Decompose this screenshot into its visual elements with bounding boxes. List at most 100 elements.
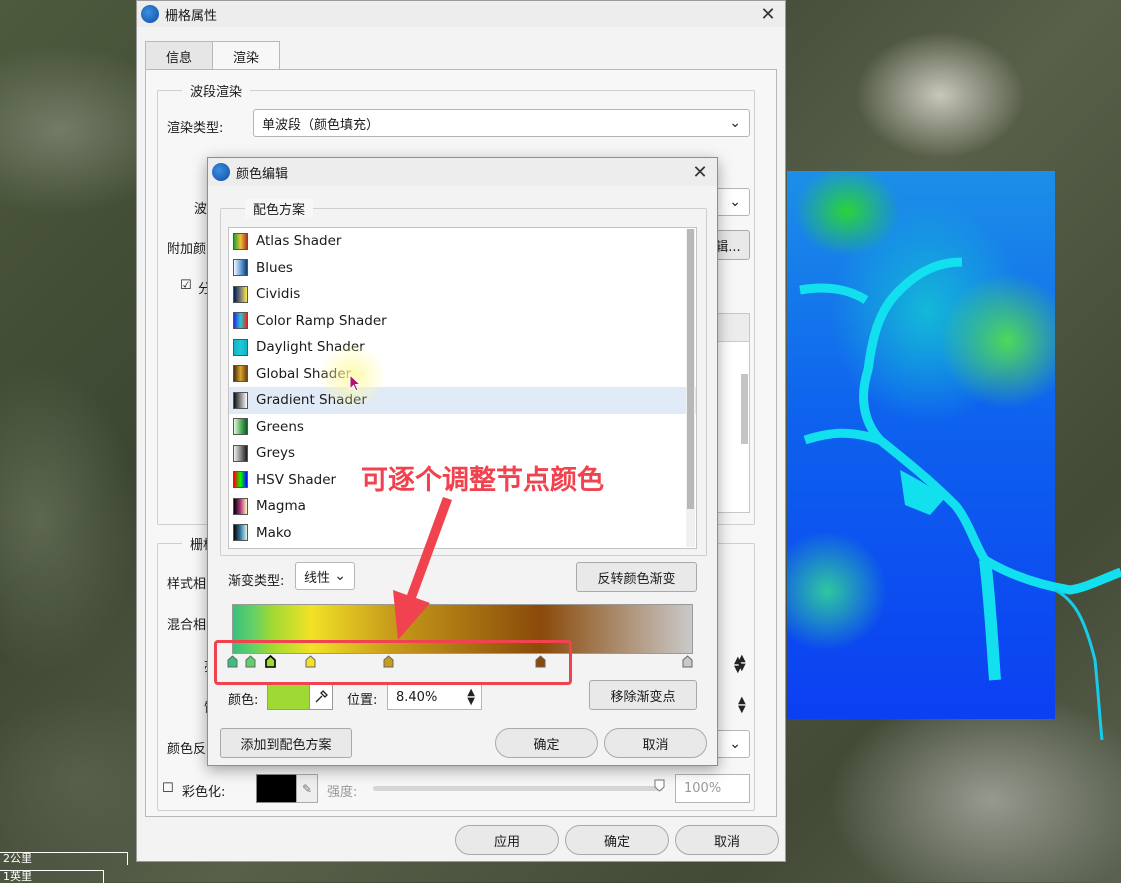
scheme-name: Greens	[256, 418, 304, 435]
apply-button-label: 应用	[493, 834, 520, 850]
scheme-swatch-icon	[233, 497, 248, 515]
scheme-swatch-icon	[233, 418, 248, 436]
edit-color-button-label: 辑...	[715, 239, 741, 255]
scheme-swatch-icon	[233, 444, 248, 462]
add-to-scheme-button-label: 添加到配色方案	[240, 737, 332, 753]
stops-spinner-icon[interactable]: ▲ ▼	[734, 656, 742, 675]
colorize-checkbox-icon[interactable]: ☐	[162, 781, 174, 796]
chevron-down-icon: ⌄	[729, 194, 741, 210]
scheme-item[interactable]: Daylight Shader	[229, 334, 696, 361]
main-ok-button[interactable]: 确定	[565, 825, 669, 855]
scheme-swatch-icon	[233, 524, 248, 542]
reverse-gradient-button[interactable]: 反转颜色渐变	[576, 562, 697, 592]
close-icon[interactable]: ✕	[751, 4, 785, 25]
scheme-item[interactable]: Gradient Shader	[229, 387, 696, 414]
app-logo-icon	[141, 5, 159, 23]
strength-slider-handle[interactable]	[654, 779, 665, 792]
position-spinner-icon[interactable]: ▲ ▼	[467, 688, 475, 707]
scheme-swatch-icon	[233, 471, 248, 489]
main-cancel-button[interactable]: 取消	[675, 825, 779, 855]
eyedropper-icon[interactable]	[309, 684, 333, 710]
annotation-highlight-box	[214, 640, 572, 685]
render-type-combo[interactable]: 单波段（颜色填充） ⌄	[253, 109, 750, 137]
scheme-name: Magma	[256, 498, 306, 515]
tab-bar: 信息 渲染	[145, 41, 281, 72]
reverse-gradient-button-label: 反转颜色渐变	[597, 571, 676, 587]
chevron-down-icon: ⌄	[729, 115, 741, 131]
scheme-item[interactable]: Cividis	[229, 281, 696, 308]
scheme-name: Mako	[256, 524, 292, 541]
scheme-swatch-icon	[233, 259, 248, 277]
color-scheme-legend: 配色方案	[245, 199, 314, 218]
scheme-swatch-icon	[233, 365, 248, 383]
gradient-type-value: 线性	[304, 570, 331, 586]
color-cancel-button-label: 取消	[642, 737, 669, 753]
scheme-item[interactable]: Atlas Shader	[229, 228, 696, 255]
annotation-text: 可逐个调整节点颜色	[361, 465, 604, 496]
table-scrollbar[interactable]	[741, 374, 748, 444]
scheme-item[interactable]: Greens	[229, 414, 696, 441]
strength-label: 强度:	[327, 785, 358, 800]
scheme-name: Color Ramp Shader	[256, 312, 387, 329]
extra-color-label: 附加颜	[167, 242, 207, 257]
main-titlebar: 栅格属性 ✕	[137, 1, 785, 27]
eyedropper-icon[interactable]: ✎	[296, 774, 318, 803]
position-input[interactable]: 8.40% ▲ ▼	[387, 684, 482, 710]
checkbox-checked-icon[interactable]: ☑	[180, 278, 192, 293]
strength-input[interactable]: 100%	[675, 774, 750, 803]
scheme-swatch-icon	[233, 338, 248, 356]
main-ok-button-label: 确定	[603, 834, 630, 850]
color-label: 颜色:	[228, 693, 259, 708]
scheme-list-scrollbar[interactable]	[686, 229, 695, 547]
gradient-type-label: 渐变类型:	[228, 574, 285, 589]
table-header	[717, 314, 749, 342]
color-scheme-list[interactable]: Atlas Shader Blues Cividis Color Ramp Shade…	[228, 227, 697, 549]
strength-slider[interactable]	[373, 786, 663, 791]
colorize-label: 彩色化:	[182, 785, 226, 800]
app-logo-icon	[212, 163, 230, 181]
close-icon[interactable]: ✕	[683, 162, 717, 183]
gradient-type-combo[interactable]: 线性 ⌄	[295, 562, 355, 590]
chevron-down-icon: ⌄	[729, 736, 741, 752]
main-dialog-title: 栅格属性	[165, 8, 218, 24]
mouse-cursor-icon	[349, 374, 362, 392]
render-type-value: 单波段（颜色填充）	[262, 117, 380, 133]
apply-button[interactable]: 应用	[455, 825, 559, 855]
position-label: 位置:	[347, 693, 378, 708]
value-table-partial	[716, 313, 750, 513]
eyedropper-glyph	[315, 690, 328, 703]
color-invert-label: 颜色反	[167, 742, 207, 757]
main-cancel-button-label: 取消	[713, 834, 740, 850]
scheme-item[interactable]: Color Ramp Shader	[229, 308, 696, 335]
scheme-name: Atlas Shader	[256, 233, 342, 250]
add-to-scheme-button[interactable]: 添加到配色方案	[220, 728, 352, 758]
selected-stop-color-swatch[interactable]	[267, 684, 315, 710]
scheme-list-scroll-thumb[interactable]	[687, 229, 694, 509]
scheme-name: HSV Shader	[256, 471, 337, 488]
scheme-name: Blues	[256, 259, 293, 276]
colorize-color-swatch[interactable]	[256, 774, 297, 803]
color-ok-button[interactable]: 确定	[495, 728, 598, 758]
color-cancel-button[interactable]: 取消	[604, 728, 707, 758]
tab-info[interactable]: 信息	[145, 41, 214, 72]
scheme-name: Cividis	[256, 286, 301, 303]
tab-render[interactable]: 渲染	[212, 41, 281, 72]
scheme-item[interactable]: Global Shader	[229, 361, 696, 388]
strength-value: 100%	[684, 781, 722, 796]
style-label: 样式相	[167, 577, 207, 592]
scheme-item[interactable]: Mako	[229, 520, 696, 547]
remove-stop-button[interactable]: 移除渐变点	[589, 680, 697, 710]
scheme-swatch-icon	[233, 285, 248, 303]
scheme-name: Greys	[256, 445, 296, 462]
color-dialog-titlebar: 颜色编辑 ✕	[208, 158, 717, 186]
render-type-label: 渲染类型:	[167, 121, 224, 136]
chevron-down-icon: ⌄	[334, 568, 346, 584]
scheme-swatch-icon	[233, 391, 248, 409]
scheme-items: Atlas Shader Blues Cividis Color Ramp Shade…	[229, 228, 696, 546]
gradient-stop-handle[interactable]	[682, 655, 693, 668]
saturation-spinner-icon[interactable]: ▲ ▼	[738, 696, 746, 715]
color-ok-button-label: 确定	[533, 737, 560, 753]
scale-bar-mile: 1英里	[0, 870, 104, 883]
remove-stop-button-label: 移除渐变点	[610, 689, 676, 705]
scheme-item[interactable]: Blues	[229, 255, 696, 282]
